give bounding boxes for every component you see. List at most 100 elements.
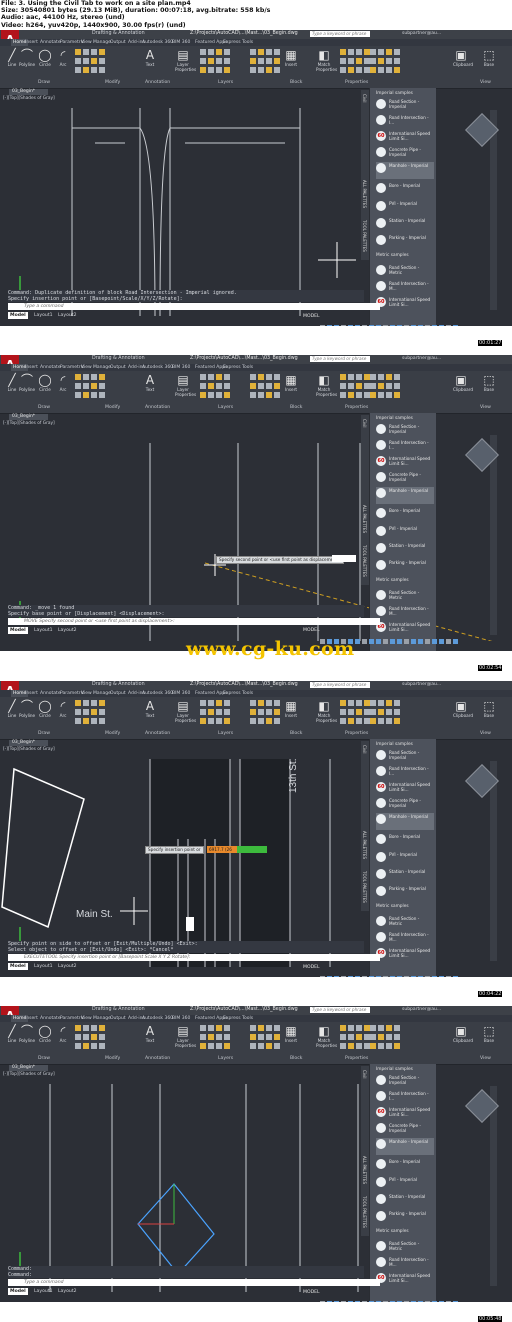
- drawing-tab[interactable]: 03_Begin*: [9, 1065, 48, 1071]
- ribbon-small-tool-icon[interactable]: [370, 67, 376, 73]
- ribbon-small-tool-icon[interactable]: [216, 709, 222, 715]
- ribbon-tab-output[interactable]: Output: [108, 39, 128, 46]
- viewport-controls[interactable]: [-][Top][Shades of Gray]: [3, 747, 55, 752]
- ribbon-small-tool-icon[interactable]: [370, 392, 376, 398]
- ribbon-small-tool-icon[interactable]: [83, 1043, 89, 1049]
- ribbon-small-tool-icon[interactable]: [378, 1025, 384, 1031]
- ribbon-small-tool-icon[interactable]: [356, 1025, 362, 1031]
- status-toggle-icon[interactable]: [362, 325, 367, 326]
- palette-item[interactable]: Road Section - Imperial: [376, 749, 434, 766]
- ribbon-small-tool-icon[interactable]: [250, 718, 256, 724]
- status-toggle-icon[interactable]: [348, 976, 353, 977]
- search-input[interactable]: Type a keyword or phrase: [310, 356, 370, 362]
- ribbon-small-tool-icon[interactable]: [216, 58, 222, 64]
- ribbon-small-tool-icon[interactable]: [386, 58, 392, 64]
- ribbon-small-tool-icon[interactable]: [274, 49, 280, 55]
- ribbon-small-tool-icon[interactable]: [75, 700, 81, 706]
- status-toggle-icon[interactable]: [348, 1301, 353, 1302]
- status-toggle-icon[interactable]: [327, 325, 332, 326]
- ribbon-small-tool-icon[interactable]: [250, 700, 256, 706]
- tool-text-button[interactable]: A Text: [142, 48, 158, 67]
- ribbon-small-tool-icon[interactable]: [224, 67, 230, 73]
- ribbon-small-tool-icon[interactable]: [370, 49, 376, 55]
- status-toggle-icon[interactable]: [383, 1301, 388, 1302]
- palette-item[interactable]: Concrete Pipe - Imperial: [376, 1122, 434, 1139]
- status-toggle-icon[interactable]: [404, 1301, 409, 1302]
- palette-item[interactable]: Bore - Imperial: [376, 182, 434, 199]
- status-toggle-icon[interactable]: [362, 1301, 367, 1302]
- ribbon-small-tool-icon[interactable]: [224, 1043, 230, 1049]
- ribbon-small-tool-icon[interactable]: [348, 392, 354, 398]
- status-toggle-icon[interactable]: [355, 639, 360, 644]
- status-toggle-icon[interactable]: [446, 976, 451, 977]
- ribbon-small-tool-icon[interactable]: [99, 700, 105, 706]
- palette-item[interactable]: Parking - Imperial: [376, 234, 434, 251]
- ribbon-small-tool-icon[interactable]: [224, 1025, 230, 1031]
- tool-match-properties-button[interactable]: ◧ Match Properties: [316, 1024, 337, 1048]
- ribbon-small-tool-icon[interactable]: [75, 1025, 81, 1031]
- tool-clipboard-button[interactable]: ▣ Clipboard: [453, 48, 473, 67]
- ribbon-small-tool-icon[interactable]: [356, 709, 362, 715]
- tool-match-properties-button[interactable]: ◧ Match Properties: [316, 48, 337, 72]
- ribbon-tab-express-tools[interactable]: Express Tools: [221, 690, 255, 697]
- status-toggle-icon[interactable]: [376, 976, 381, 977]
- ribbon-small-tool-icon[interactable]: [208, 49, 214, 55]
- ribbon-small-tool-icon[interactable]: [250, 58, 256, 64]
- ribbon-small-tool-icon[interactable]: [216, 383, 222, 389]
- ribbon-small-tool-icon[interactable]: [356, 383, 362, 389]
- command-input[interactable]: MOVE Specify second point or <use first …: [8, 618, 380, 625]
- ribbon-small-tool-icon[interactable]: [348, 1034, 354, 1040]
- ribbon-small-tool-icon[interactable]: [83, 392, 89, 398]
- tool-insert-button[interactable]: ▦ Insert: [283, 373, 299, 392]
- ribbon-small-tool-icon[interactable]: [91, 700, 97, 706]
- ribbon-small-tool-icon[interactable]: [91, 392, 97, 398]
- ribbon-small-tool-icon[interactable]: [274, 374, 280, 380]
- status-model-toggle[interactable]: MODEL: [303, 628, 320, 633]
- status-model-toggle[interactable]: MODEL: [303, 1290, 320, 1295]
- ribbon-small-tool-icon[interactable]: [75, 383, 81, 389]
- ribbon-small-tool-icon[interactable]: [208, 374, 214, 380]
- status-toggle-icon[interactable]: [383, 639, 388, 644]
- ribbon-small-tool-icon[interactable]: [258, 374, 264, 380]
- ribbon-small-tool-icon[interactable]: [91, 1043, 97, 1049]
- tool-clipboard-button[interactable]: ▣ Clipboard: [453, 373, 473, 392]
- palette-item[interactable]: Station - Imperial: [376, 542, 434, 559]
- ribbon-small-tool-icon[interactable]: [266, 58, 272, 64]
- ribbon-small-tool-icon[interactable]: [208, 718, 214, 724]
- layout-tab-layout1[interactable]: Layout1: [32, 963, 55, 970]
- status-toggle-icon[interactable]: [369, 639, 374, 644]
- ribbon-small-tool-icon[interactable]: [274, 709, 280, 715]
- tool-text-button[interactable]: A Text: [142, 699, 158, 718]
- ribbon-small-tool-icon[interactable]: [378, 67, 384, 73]
- ribbon-small-tool-icon[interactable]: [258, 1043, 264, 1049]
- status-toggle-icon[interactable]: [432, 976, 437, 977]
- status-toggle-icon[interactable]: [334, 1301, 339, 1302]
- palette-item[interactable]: 60 International Speed Limit Si...: [376, 781, 434, 798]
- ribbon-small-tool-icon[interactable]: [378, 58, 384, 64]
- ribbon-small-tool-icon[interactable]: [83, 58, 89, 64]
- ribbon-small-tool-icon[interactable]: [394, 1043, 400, 1049]
- status-toggle-icon[interactable]: [397, 639, 402, 644]
- palette-tab-all-palettes[interactable]: ALL PALETTES: [362, 180, 367, 208]
- ribbon-small-tool-icon[interactable]: [91, 374, 97, 380]
- ribbon-small-tool-icon[interactable]: [200, 392, 206, 398]
- ribbon-small-tool-icon[interactable]: [378, 718, 384, 724]
- ribbon-small-tool-icon[interactable]: [378, 700, 384, 706]
- ribbon-small-tool-icon[interactable]: [370, 718, 376, 724]
- ribbon-small-tool-icon[interactable]: [75, 67, 81, 73]
- status-toggle-icon[interactable]: [432, 639, 437, 644]
- ribbon-small-tool-icon[interactable]: [83, 67, 89, 73]
- tool-clipboard-button[interactable]: ▣ Clipboard: [453, 699, 473, 718]
- ribbon-small-tool-icon[interactable]: [75, 392, 81, 398]
- ribbon-small-tool-icon[interactable]: [224, 374, 230, 380]
- ribbon-small-tool-icon[interactable]: [250, 1025, 256, 1031]
- palette-item[interactable]: Station - Imperial: [376, 217, 434, 234]
- status-toggle-icon[interactable]: [397, 325, 402, 326]
- ribbon-small-tool-icon[interactable]: [386, 67, 392, 73]
- palette-item[interactable]: Manhole - Imperial: [376, 487, 434, 504]
- layout-tab-model[interactable]: Model: [8, 627, 28, 634]
- tool-line-button[interactable]: ╱ Line: [4, 1024, 20, 1043]
- status-toggle-icon[interactable]: [411, 1301, 416, 1302]
- ribbon-small-tool-icon[interactable]: [83, 709, 89, 715]
- status-toggle-icon[interactable]: [383, 976, 388, 977]
